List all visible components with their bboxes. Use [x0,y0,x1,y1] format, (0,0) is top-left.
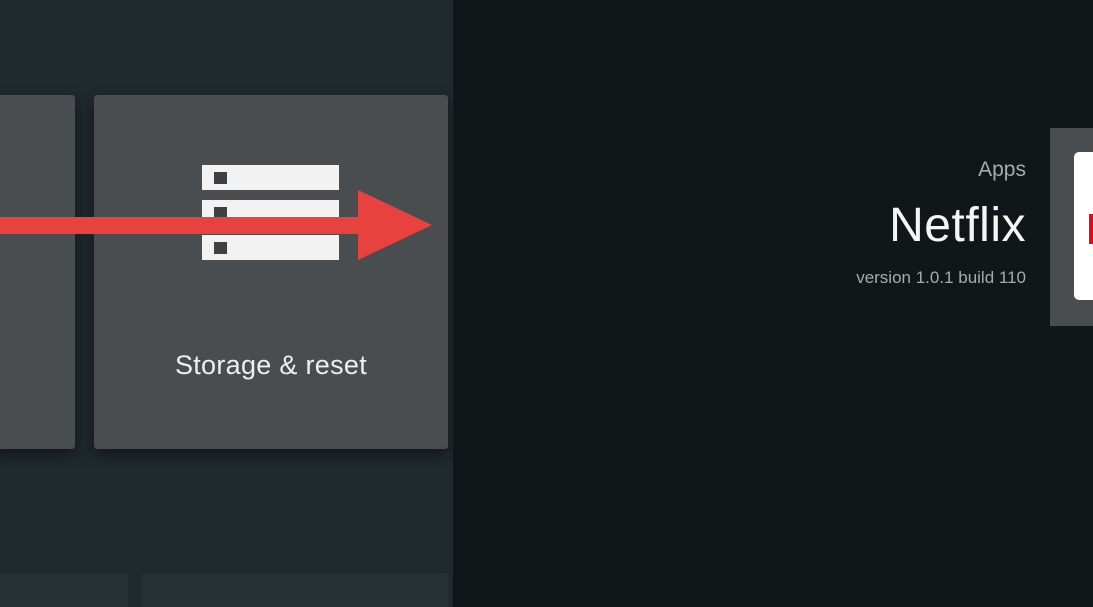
app-icon-frame[interactable] [1050,128,1093,326]
netflix-logo-mark [1089,214,1093,244]
app-name: Netflix [889,199,1026,252]
settings-tile-previous[interactable] [0,95,75,449]
annotation-arrow-icon [0,190,432,260]
settings-tile-label: Storage & reset [174,350,368,380]
app-info-panel: Apps Netflix version 1.0.1 build 110 [453,0,1093,607]
screen: Storage & reset Apps Netflix version 1.0… [0,0,1093,607]
app-category-label: Apps [978,158,1026,181]
app-version: version 1.0.1 build 110 [856,268,1026,287]
settings-panel: Storage & reset [0,0,453,607]
netflix-icon [1074,152,1093,300]
settings-tile-storage-reset[interactable]: Storage & reset [94,95,448,449]
settings-tile-lower-left[interactable] [0,573,128,607]
settings-tile-lower-right[interactable] [141,573,449,607]
